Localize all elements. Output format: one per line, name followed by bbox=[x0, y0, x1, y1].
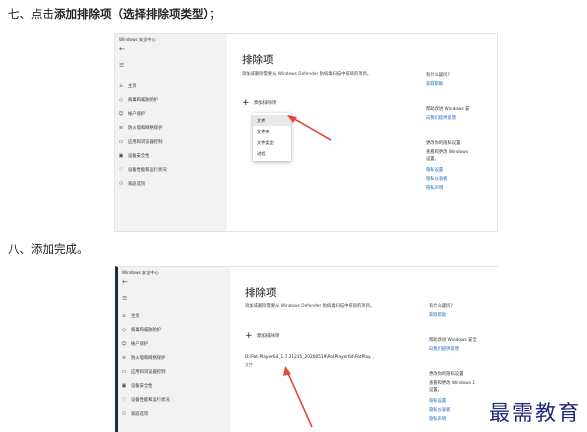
sidebar-item-home[interactable]: ⌂ 主页 bbox=[121, 313, 139, 319]
sidebar-item-app-browser[interactable]: ▭ 应用和浏览器控制 bbox=[121, 369, 166, 375]
person-icon: ☺ bbox=[118, 111, 124, 117]
sidebar-item-family[interactable]: ⚇ 家庭选项 bbox=[118, 181, 145, 187]
sidebar-item-firewall[interactable]: ≋ 防火墙和网络保护 bbox=[118, 125, 162, 131]
back-arrow-icon[interactable]: ← bbox=[119, 45, 125, 53]
window-title: Windows 安全中心 bbox=[119, 37, 156, 42]
shield-icon: ◇ bbox=[119, 97, 123, 103]
step-7-caption: 七、点击添加排除项（选择排除项类型）； bbox=[8, 7, 221, 21]
family-icon: ⚇ bbox=[121, 411, 127, 417]
person-icon: ☺ bbox=[121, 341, 127, 347]
screenshot-exclusion-added: Windows 安全中心 ← ≡ ⌂ 主页 ◇ 病毒和威胁防护 ☺ 帐户保护 ≋ 防火墙… bbox=[115, 266, 498, 432]
hamburger-icon[interactable]: ≡ bbox=[119, 61, 124, 69]
heart-icon: ♡ bbox=[121, 397, 127, 403]
sidebar-item-account[interactable]: ☺ 帐户保护 bbox=[118, 111, 145, 117]
sidebar-item-home[interactable]: ⌂ 主页 bbox=[118, 83, 136, 89]
laptop-icon: ▣ bbox=[118, 153, 124, 159]
sidebar-item-app-browser[interactable]: ▭ 应用和浏览器控制 bbox=[118, 139, 163, 145]
sidebar-item-device-health[interactable]: ♡ 设备性能和运行状况 bbox=[118, 167, 167, 173]
heart-icon: ♡ bbox=[118, 167, 124, 173]
sidebar-item-account[interactable]: ☺ 帐户保护 bbox=[121, 341, 148, 347]
app-window-icon: ▭ bbox=[118, 139, 124, 145]
sidebar-item-virus[interactable]: ◇ 病毒和威胁防护 bbox=[118, 97, 158, 103]
main-pane: 排除项 添加或删除需要从 Windows Defender 防病毒扫描中排除的项… bbox=[227, 34, 497, 231]
sidebar-item-virus[interactable]: ◇ 病毒和威胁防护 bbox=[121, 327, 161, 333]
main-pane: 排除项 添加或删除需要从 Windows Defender 防病毒扫描中排除的项… bbox=[230, 267, 498, 432]
home-icon: ⌂ bbox=[119, 83, 123, 89]
sidebar-item-device-health[interactable]: ♡ 设备性能和运行状况 bbox=[121, 397, 170, 403]
app-window-icon: ▭ bbox=[121, 369, 127, 375]
wifi-icon: ≋ bbox=[118, 125, 124, 131]
sidebar-item-device-security[interactable]: ▣ 设备安全性 bbox=[118, 153, 150, 159]
window-title: Windows 安全中心 bbox=[122, 270, 159, 275]
screenshot-add-exclusion: Windows 安全中心 ← ≡ ⌂ 主页 ◇ 病毒和威胁防护 ☺ 帐户保护 ≋ 防火墙… bbox=[114, 33, 498, 232]
home-icon: ⌂ bbox=[122, 313, 126, 319]
annotation-arrow bbox=[283, 366, 313, 428]
sidebar-item-family[interactable]: ⚇ 家庭选项 bbox=[121, 411, 148, 417]
step-7-bold: 添加排除项（选择排除项类型） bbox=[54, 7, 210, 21]
sidebar-item-firewall[interactable]: ≋ 防火墙和网络保护 bbox=[121, 355, 165, 361]
sidebar: Windows 安全中心 ← ≡ ⌂ 主页 ◇ 病毒和威胁防护 ☺ 帐户保护 ≋ 防火墙… bbox=[118, 267, 230, 432]
family-icon: ⚇ bbox=[118, 181, 124, 187]
shield-icon: ◇ bbox=[122, 327, 126, 333]
sidebar-item-device-security[interactable]: ▣ 设备安全性 bbox=[121, 383, 153, 389]
hamburger-icon[interactable]: ≡ bbox=[122, 294, 127, 302]
watermark: 最需教育 bbox=[489, 401, 581, 425]
back-arrow-icon[interactable]: ← bbox=[122, 278, 128, 286]
sidebar: Windows 安全中心 ← ≡ ⌂ 主页 ◇ 病毒和威胁防护 ☺ 帐户保护 ≋ 防火墙… bbox=[115, 34, 227, 231]
wifi-icon: ≋ bbox=[121, 355, 127, 361]
step-8-caption: 八、添加完成。 bbox=[8, 242, 89, 256]
laptop-icon: ▣ bbox=[121, 383, 127, 389]
annotation-arrow bbox=[287, 115, 332, 141]
